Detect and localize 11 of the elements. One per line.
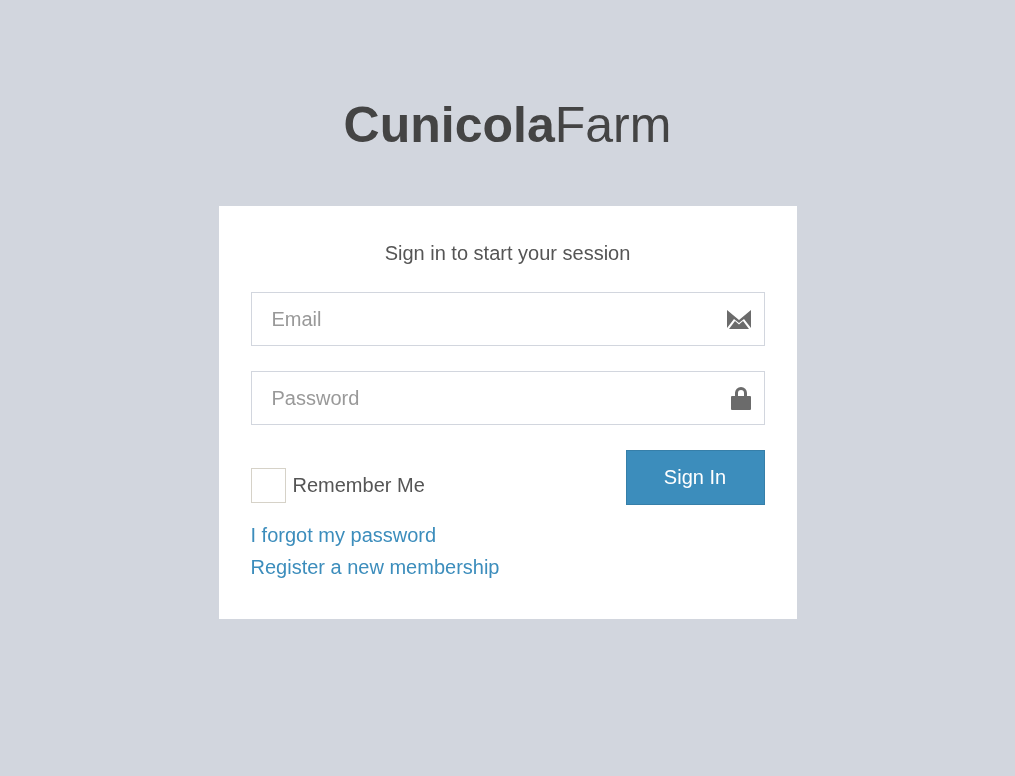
sign-in-button[interactable]: Sign In (625, 450, 765, 505)
register-link[interactable]: Register a new membership (250, 551, 500, 583)
forgot-password-link[interactable]: I forgot my password (250, 519, 437, 551)
email-field[interactable]: Email (250, 292, 765, 346)
password-field[interactable]: Password (250, 371, 765, 425)
app-logo: CunicolaFarm (343, 96, 672, 155)
login-message: Sign in to start your session (383, 241, 632, 266)
envelope-icon (726, 309, 751, 329)
remember-checkbox[interactable] (250, 467, 286, 503)
remember-label: Remember Me (292, 473, 425, 497)
lock-icon (730, 386, 751, 410)
